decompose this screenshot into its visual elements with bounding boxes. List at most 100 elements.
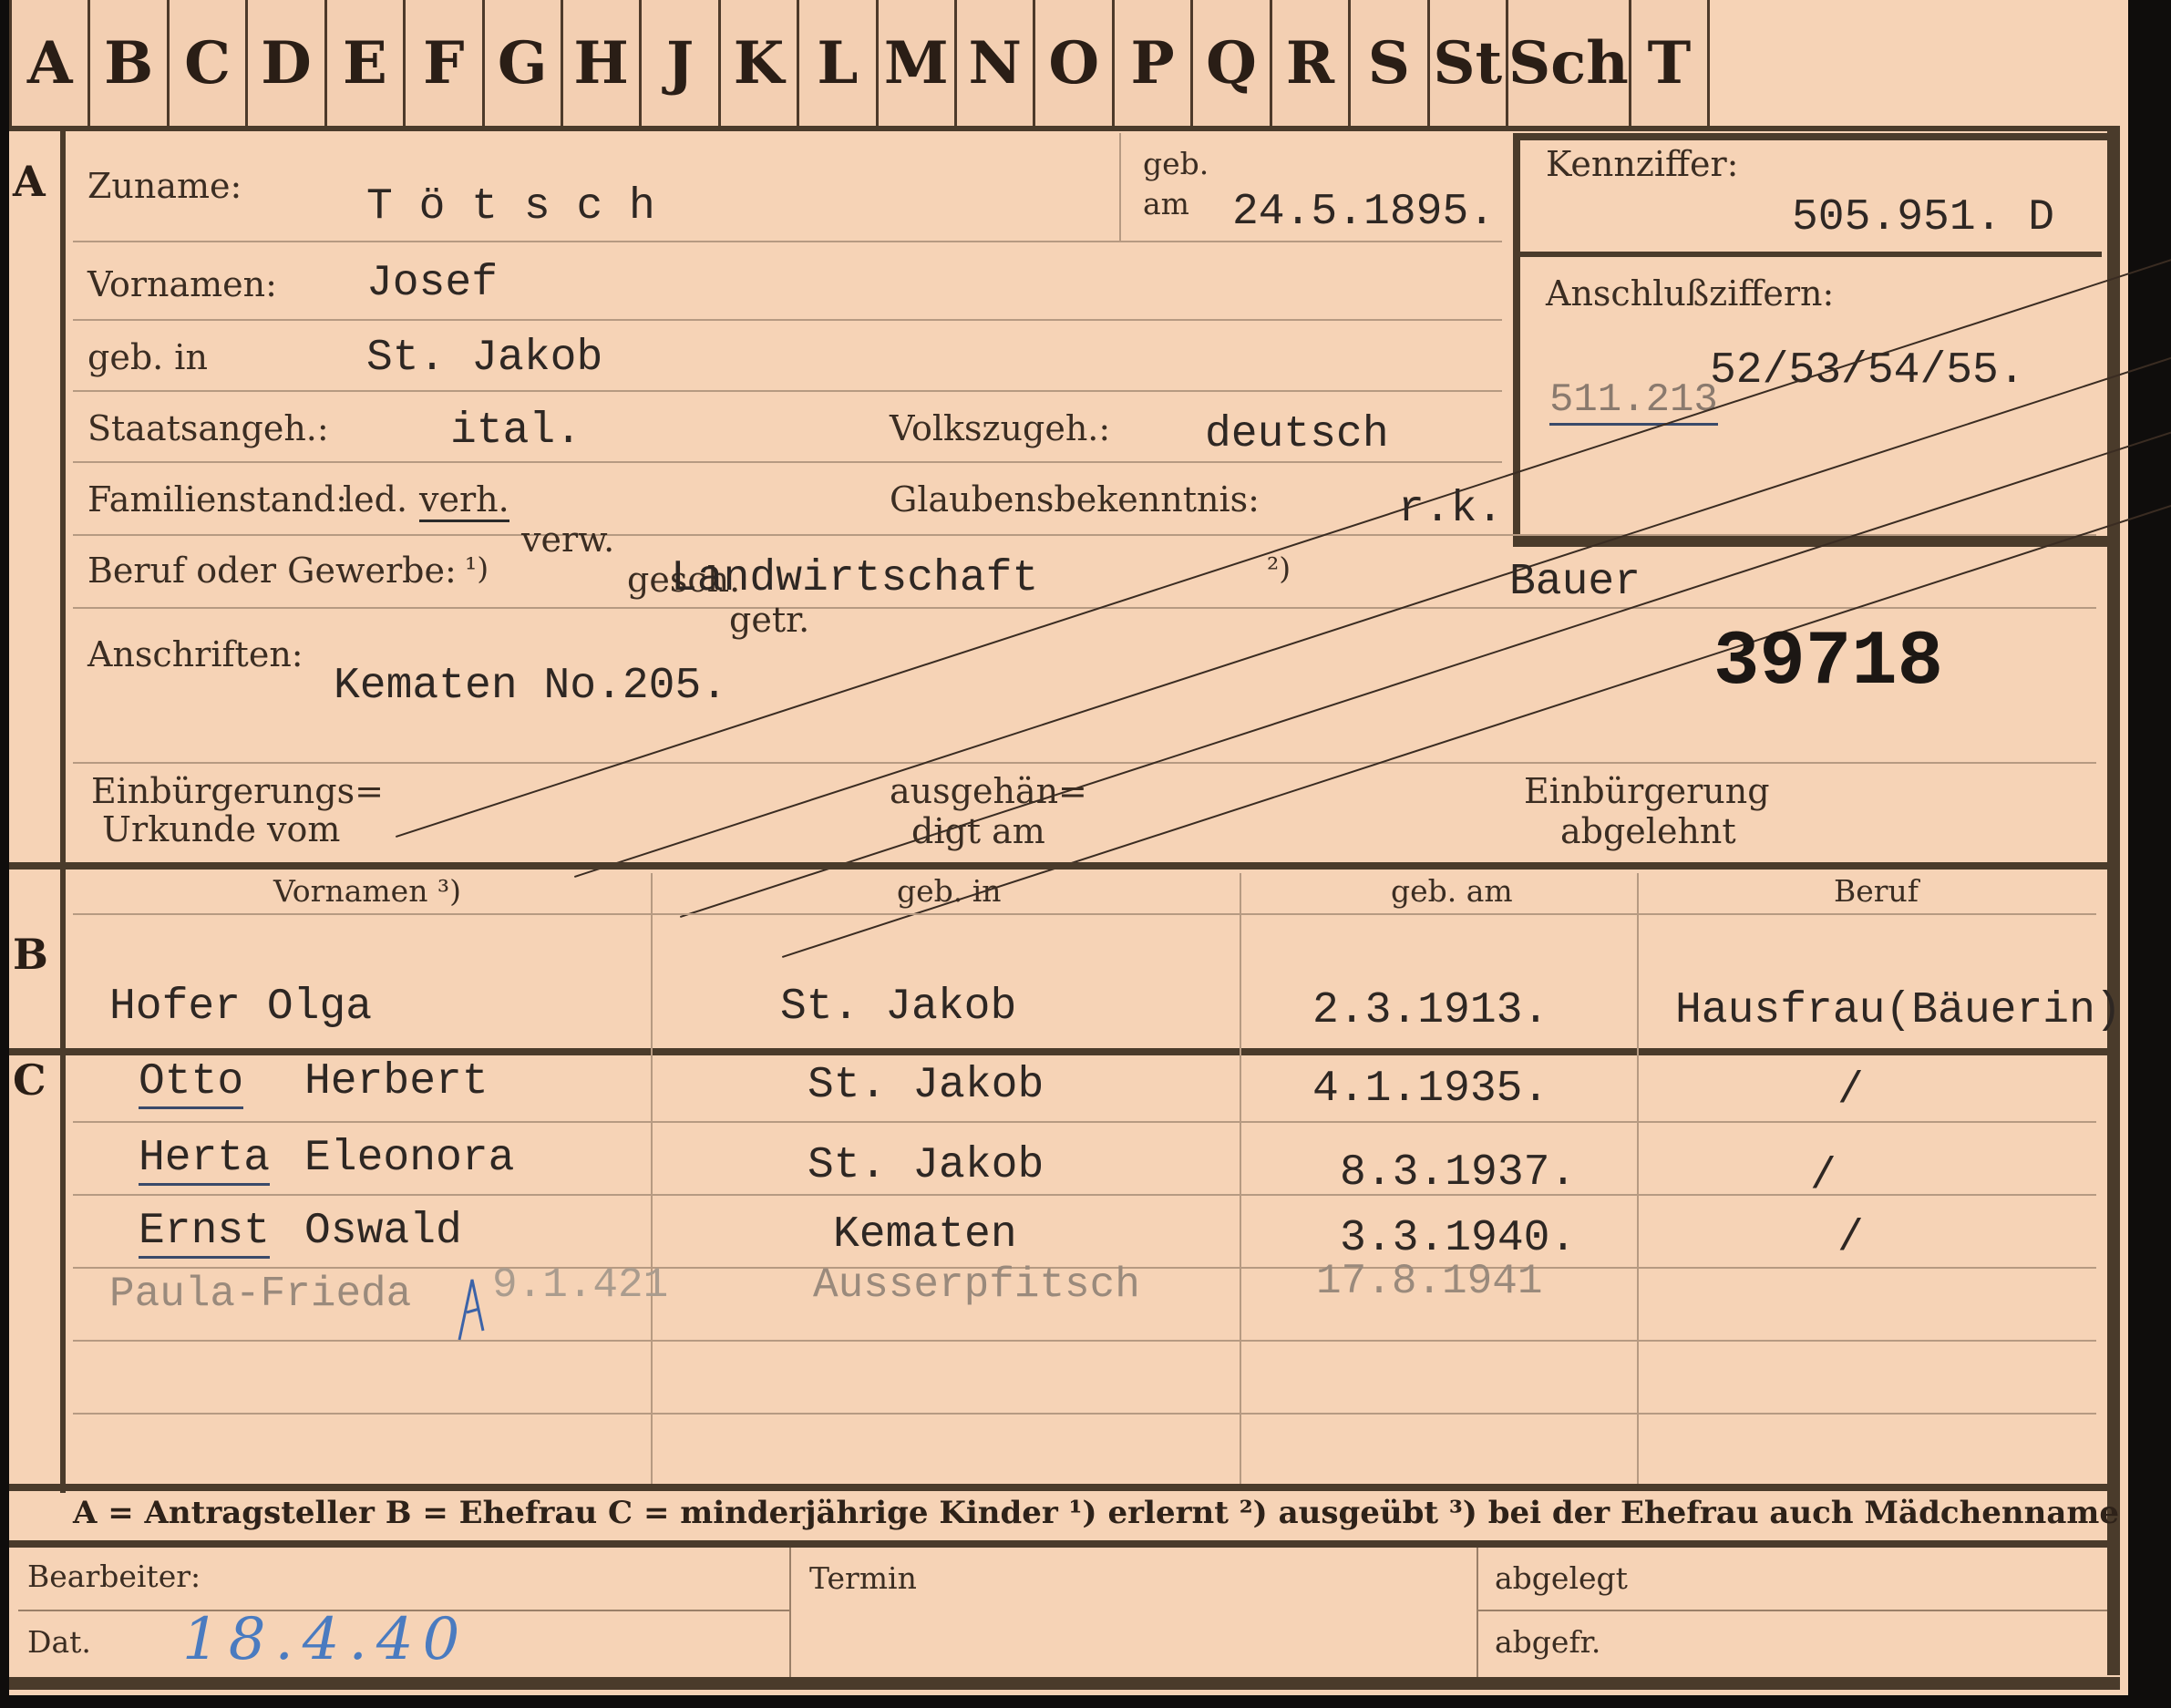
footer-divider-1 [789, 1548, 791, 1677]
naturalization-label-1: Einbürgerungs= [91, 771, 384, 811]
child-2-middle-name: Eleonora [304, 1134, 515, 1183]
tab-l[interactable]: L [799, 0, 879, 126]
section-b-top-rule [9, 862, 2111, 869]
footer-divider-2 [1476, 1548, 1478, 1677]
tab-b[interactable]: B [90, 0, 170, 126]
tab-r[interactable]: R [1272, 0, 1352, 126]
stamp-number: 39718 [1713, 620, 1944, 706]
occupation-learned-value: Landwirtschaft [671, 554, 1039, 603]
tab-e[interactable]: E [327, 0, 406, 126]
tab-f[interactable]: F [406, 0, 485, 126]
citizenship-label: Staatsangeh.: [87, 408, 329, 448]
tab-g[interactable]: G [485, 0, 563, 126]
tab-t[interactable]: T [1631, 0, 1711, 126]
child-2-born-on: 8.3.1937. [1340, 1148, 1577, 1198]
legend-text: A = Antragsteller B = Ehefrau C = minder… [73, 1495, 2119, 1531]
tab-p[interactable]: P [1115, 0, 1194, 126]
surname-label: Zuname: [87, 166, 242, 206]
table-header-rule [73, 913, 2096, 915]
alphabet-tab-strip: A B C D E F G H J K L M N O P Q R S St Sch T [9, 0, 1711, 131]
connect-old-number: 511.213 [1549, 377, 1718, 426]
child-1-first-name: Otto [139, 1057, 244, 1109]
added-child-name: Paula-Frieda [109, 1271, 412, 1318]
footer-top-rule [9, 1540, 2111, 1548]
rejected-label-2: abgelehnt [1560, 811, 1736, 851]
born-on-value: 24.5.1895. [1232, 188, 1496, 237]
tab-n[interactable]: N [957, 0, 1036, 126]
id-number: 505.951. D [1792, 193, 2055, 242]
connect-label: Anschlußziffern: [1546, 273, 1835, 314]
header-birthplace: geb. in [897, 873, 1002, 909]
child-rule-4 [73, 1340, 2096, 1342]
child-1-occupation: / [1837, 1066, 1864, 1116]
tab-d[interactable]: D [248, 0, 327, 126]
clerk-label: Bearbeiter: [27, 1559, 201, 1594]
tab-st[interactable]: St [1430, 0, 1509, 126]
date-label: Dat. [27, 1624, 91, 1660]
marital-option-separated: getr. [729, 600, 2171, 640]
address-value: Kematen No.205. [334, 662, 728, 711]
occupation-label: Beruf oder Gewerbe: [87, 550, 457, 591]
birthplace-value: St. Jakob [366, 334, 603, 383]
col-divider-3 [1637, 873, 1639, 1484]
given-names-label: Vornamen: [87, 264, 277, 304]
child-1-birthplace: St. Jakob [808, 1061, 1044, 1110]
header-born-on: geb. am [1391, 873, 1513, 909]
child-rule-1 [73, 1121, 2096, 1123]
tab-j[interactable]: J [642, 0, 721, 126]
rule-given [73, 319, 1502, 321]
filed-label: abgelegt [1495, 1560, 1628, 1596]
rejected-label-1: Einbürgerung [1524, 771, 1770, 811]
deadline-label: Termin [809, 1560, 917, 1596]
connect-numbers: 52/53/54/55. [1710, 346, 2025, 396]
born-on-label-2: am [1143, 186, 1189, 221]
tab-k[interactable]: K [721, 0, 800, 126]
child-rule-5 [73, 1413, 2096, 1415]
spouse-born-on: 2.3.1913. [1312, 986, 1549, 1035]
naturalization-label-2: Urkunde vom [102, 809, 341, 849]
tab-m[interactable]: M [879, 0, 958, 126]
added-child-born-on: 17.8.1941 [1316, 1258, 1543, 1305]
card-bottom-rule [9, 1677, 2120, 1690]
tab-s[interactable]: S [1351, 0, 1430, 126]
col-divider-2 [1240, 873, 1241, 1484]
child-1-middle-name: Herbert [304, 1057, 489, 1106]
rule-born-divider [1119, 133, 1121, 241]
child-1-born-on: 4.1.1935. [1312, 1065, 1549, 1114]
address-label: Anschriften: [87, 634, 304, 674]
tab-o[interactable]: O [1035, 0, 1115, 126]
section-a-top-rule [9, 126, 2120, 131]
tab-h[interactable]: H [563, 0, 643, 126]
col-divider-1 [651, 873, 653, 1484]
citizenship-value: ital. [450, 406, 582, 456]
spouse-birthplace: St. Jakob [780, 983, 1017, 1032]
delivered-label: abgefr. [1495, 1624, 1601, 1660]
birthplace-label: geb. in [87, 337, 208, 377]
tab-q[interactable]: Q [1193, 0, 1272, 126]
child-3-first-name: Ernst [139, 1207, 271, 1259]
marital-status-label: Familienstand: [87, 479, 347, 520]
given-names-value: Josef [366, 259, 499, 308]
rule-birthplace [73, 390, 1502, 392]
child-2-birthplace: St. Jakob [808, 1141, 1044, 1190]
section-b-label: B [13, 930, 48, 979]
child-2-first-name: Herta [139, 1134, 271, 1186]
child-rule-2 [73, 1194, 2096, 1196]
occupation-footnote-2: ²) [1267, 550, 1291, 586]
tab-c[interactable]: C [170, 0, 249, 126]
rule-citizenship [73, 461, 1502, 463]
tab-a[interactable]: A [9, 0, 91, 126]
occupation-footnote-1: ¹) [465, 550, 489, 586]
added-child-birthplace: Ausserpfitsch [813, 1261, 1140, 1309]
id-box-divider [1520, 252, 2102, 257]
marital-option-married: verh. [419, 479, 509, 522]
tab-sch[interactable]: Sch [1508, 0, 1631, 126]
rule-surname [73, 241, 1502, 242]
issued-label-2: digt am [911, 811, 1045, 851]
occupation-practiced-value: Bauer [1509, 558, 1641, 607]
section-c-top-rule [9, 1048, 2111, 1055]
footer-mid-rule-right [1476, 1610, 2107, 1611]
header-given-names: Vornamen ³) [273, 873, 462, 909]
child-2-occupation: / [1810, 1152, 1837, 1201]
section-c-label: C [13, 1055, 46, 1105]
